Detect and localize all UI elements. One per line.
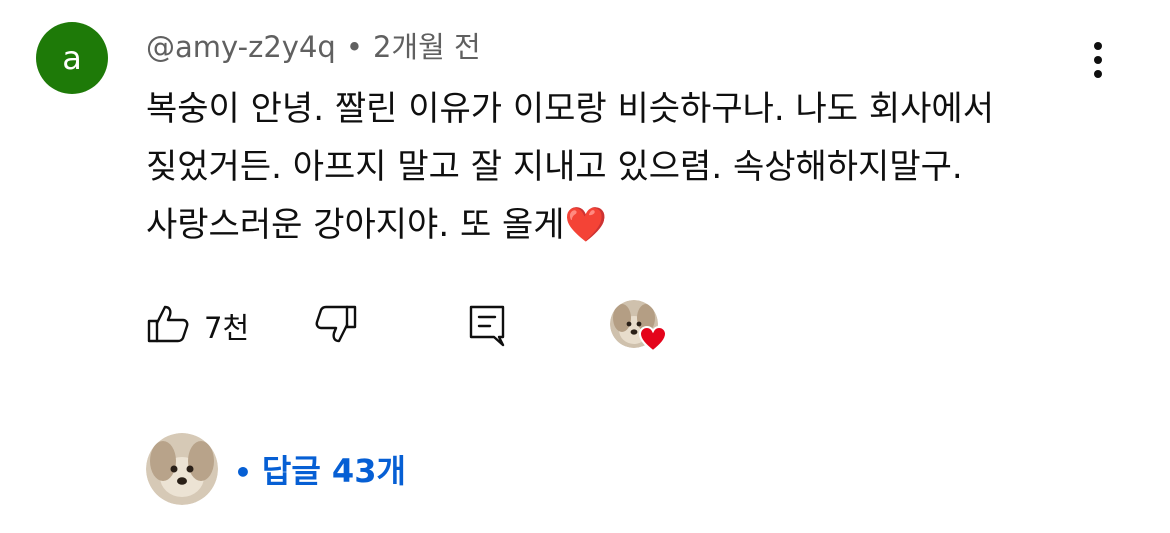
comment-time[interactable]: 2개월 전 [373,30,481,64]
replies-separator: • [234,456,252,489]
comment-body: 복숭이 안녕. 짤린 이유가 이모랑 비슷하구나. 나도 회사에서 짖었거든. … [146,80,1106,254]
meta-separator: • [345,30,363,64]
replies-count: 답글 43개 [261,452,406,490]
like-count: 7천 [204,311,250,345]
reply-author-avatar [146,433,218,505]
heart-emoji: ❤️ [564,205,607,245]
creator-heart[interactable] [610,300,672,356]
more-vert-icon[interactable] [1082,40,1114,80]
thumb-up-icon[interactable] [146,302,190,346]
creator-heart-icon [638,325,668,353]
author-avatar[interactable]: a [36,22,108,94]
thumb-down-icon[interactable] [314,302,358,346]
comment-header: @amy-z2y4q • 2개월 전 [146,24,481,66]
replies-toggle[interactable]: • 답글 43개 [146,432,406,506]
author-handle[interactable]: @amy-z2y4q [146,30,336,64]
replies-label[interactable]: • 답글 43개 [234,446,406,492]
comment-icon[interactable] [466,302,510,348]
